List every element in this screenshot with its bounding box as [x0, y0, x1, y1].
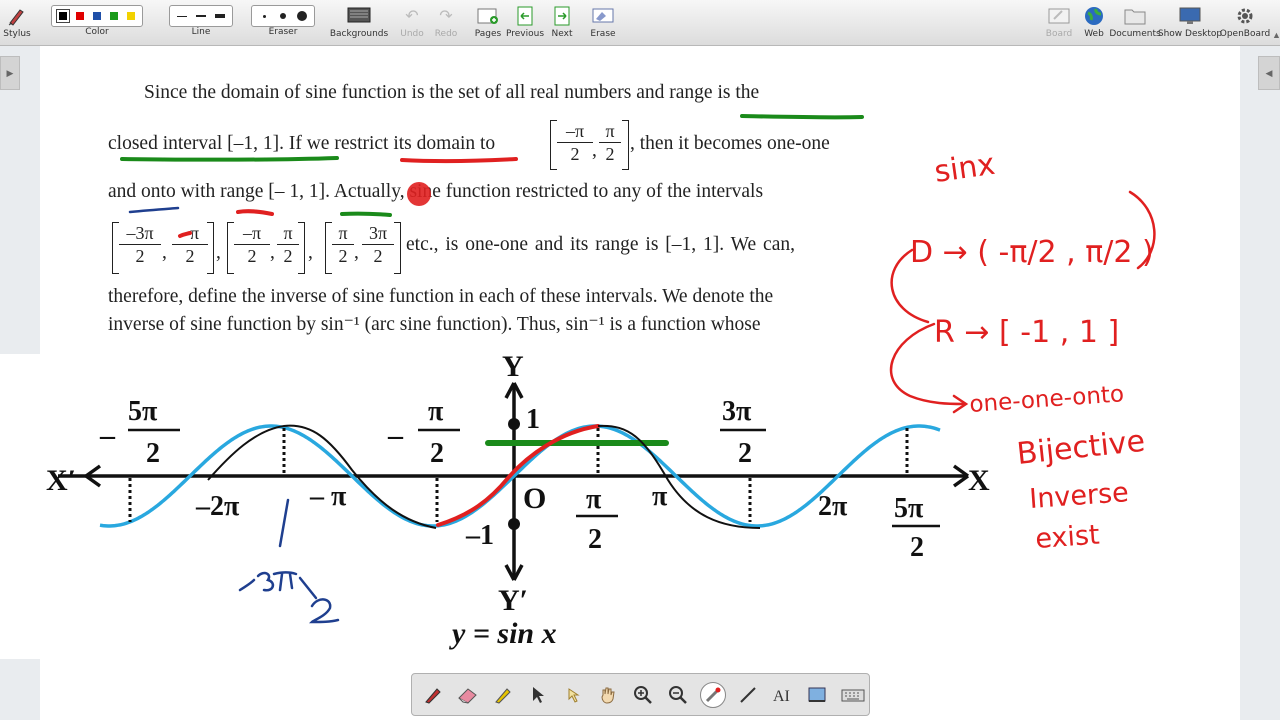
floating-tool-palette: AI	[411, 673, 870, 716]
line-icon	[740, 686, 756, 703]
neg-sign-5pi: –	[99, 419, 116, 452]
hand-tool-button[interactable]	[595, 682, 621, 708]
text-tool-button[interactable]: AI	[770, 682, 796, 708]
zoom-out-tool-button[interactable]	[665, 682, 691, 708]
hand-icon	[601, 687, 615, 704]
y-axis-label: Y	[502, 350, 524, 383]
capture-tool-button[interactable]	[805, 682, 831, 708]
keyboard-tool-button[interactable]	[840, 682, 866, 708]
3pi-2-den: 2	[738, 438, 752, 469]
neg-sign-pi: –	[387, 419, 404, 452]
zoom-out-icon	[669, 685, 687, 704]
neg-2pi-label: –2π	[195, 491, 240, 522]
pi-2-num: π	[586, 484, 602, 515]
highlighter-tool-button[interactable]	[490, 682, 516, 708]
blue-underline-and-onto	[128, 206, 180, 214]
neg-5pi-2-den: 2	[146, 438, 160, 469]
x-neg-axis-label: X′	[46, 464, 76, 497]
pi-label: π	[652, 481, 668, 512]
svg-text:AI: AI	[773, 688, 790, 705]
pointer-tool-button[interactable]	[525, 682, 551, 708]
eraser-icon	[458, 687, 477, 704]
line-tool-button[interactable]	[735, 682, 761, 708]
pen-tool-button[interactable]	[420, 682, 446, 708]
capture-icon	[808, 687, 826, 702]
red-mark-fraction	[178, 231, 192, 238]
origin-label: O	[523, 482, 546, 515]
pointer-icon	[533, 686, 544, 703]
laser-tool-button[interactable]	[700, 681, 726, 708]
note-range: R → [ -1 , 1 ]	[934, 315, 1119, 350]
pen-icon	[425, 687, 441, 704]
y-one-label: 1	[526, 404, 540, 435]
red-underline-restrict-domain	[400, 157, 518, 164]
neg-pi-label: – π	[309, 481, 347, 512]
note-exist: exist	[1034, 520, 1100, 555]
y-neg-one-label: –1	[465, 520, 494, 551]
neg-5pi-2-num: 5π	[128, 396, 158, 427]
point-y-neg1	[508, 518, 520, 530]
right-panel-toggle[interactable]: ◀	[1258, 56, 1280, 90]
two-pi-label: 2π	[818, 491, 848, 522]
green-underline-closed-interval	[120, 156, 339, 162]
x-axis-label: X	[968, 464, 990, 497]
note-sinx: sinx	[932, 147, 997, 190]
y-neg-axis-label: Y′	[498, 584, 528, 617]
point-y-1	[508, 418, 520, 430]
neg-pi-2-den: 2	[430, 438, 444, 469]
sine-graph-and-annotations: Y Y′ X X′ O 1 –1 –2π – π π 2π – 5π 2 – π…	[0, 114, 1240, 659]
note-domain: D → ( -π/2 , π/2 )	[910, 235, 1154, 270]
text-icon: AI	[773, 688, 790, 705]
highlighter-icon	[495, 687, 511, 704]
laser-pointer-dot	[407, 182, 431, 206]
expand-left-icon: ◀	[1265, 67, 1273, 78]
neg-pi-2-num: π	[428, 396, 444, 427]
5pi-2-den: 2	[910, 532, 924, 563]
play-tool-button[interactable]	[560, 682, 586, 708]
zoom-in-tool-button[interactable]	[630, 682, 656, 708]
pi-2-den: 2	[588, 524, 602, 555]
keyboard-icon	[841, 689, 865, 701]
eraser-tool-button[interactable]	[455, 682, 481, 708]
5pi-2-num: 5π	[894, 493, 924, 524]
zoom-in-icon	[634, 685, 652, 704]
green-underline-interval	[340, 211, 392, 217]
laser-pointer-icon	[705, 687, 721, 702]
green-underline-range	[740, 114, 864, 120]
play-hand-icon	[568, 687, 580, 703]
graph-caption: y = sin x	[449, 617, 557, 650]
red-mark-range	[236, 209, 274, 216]
3pi-2-num: 3π	[722, 396, 752, 427]
